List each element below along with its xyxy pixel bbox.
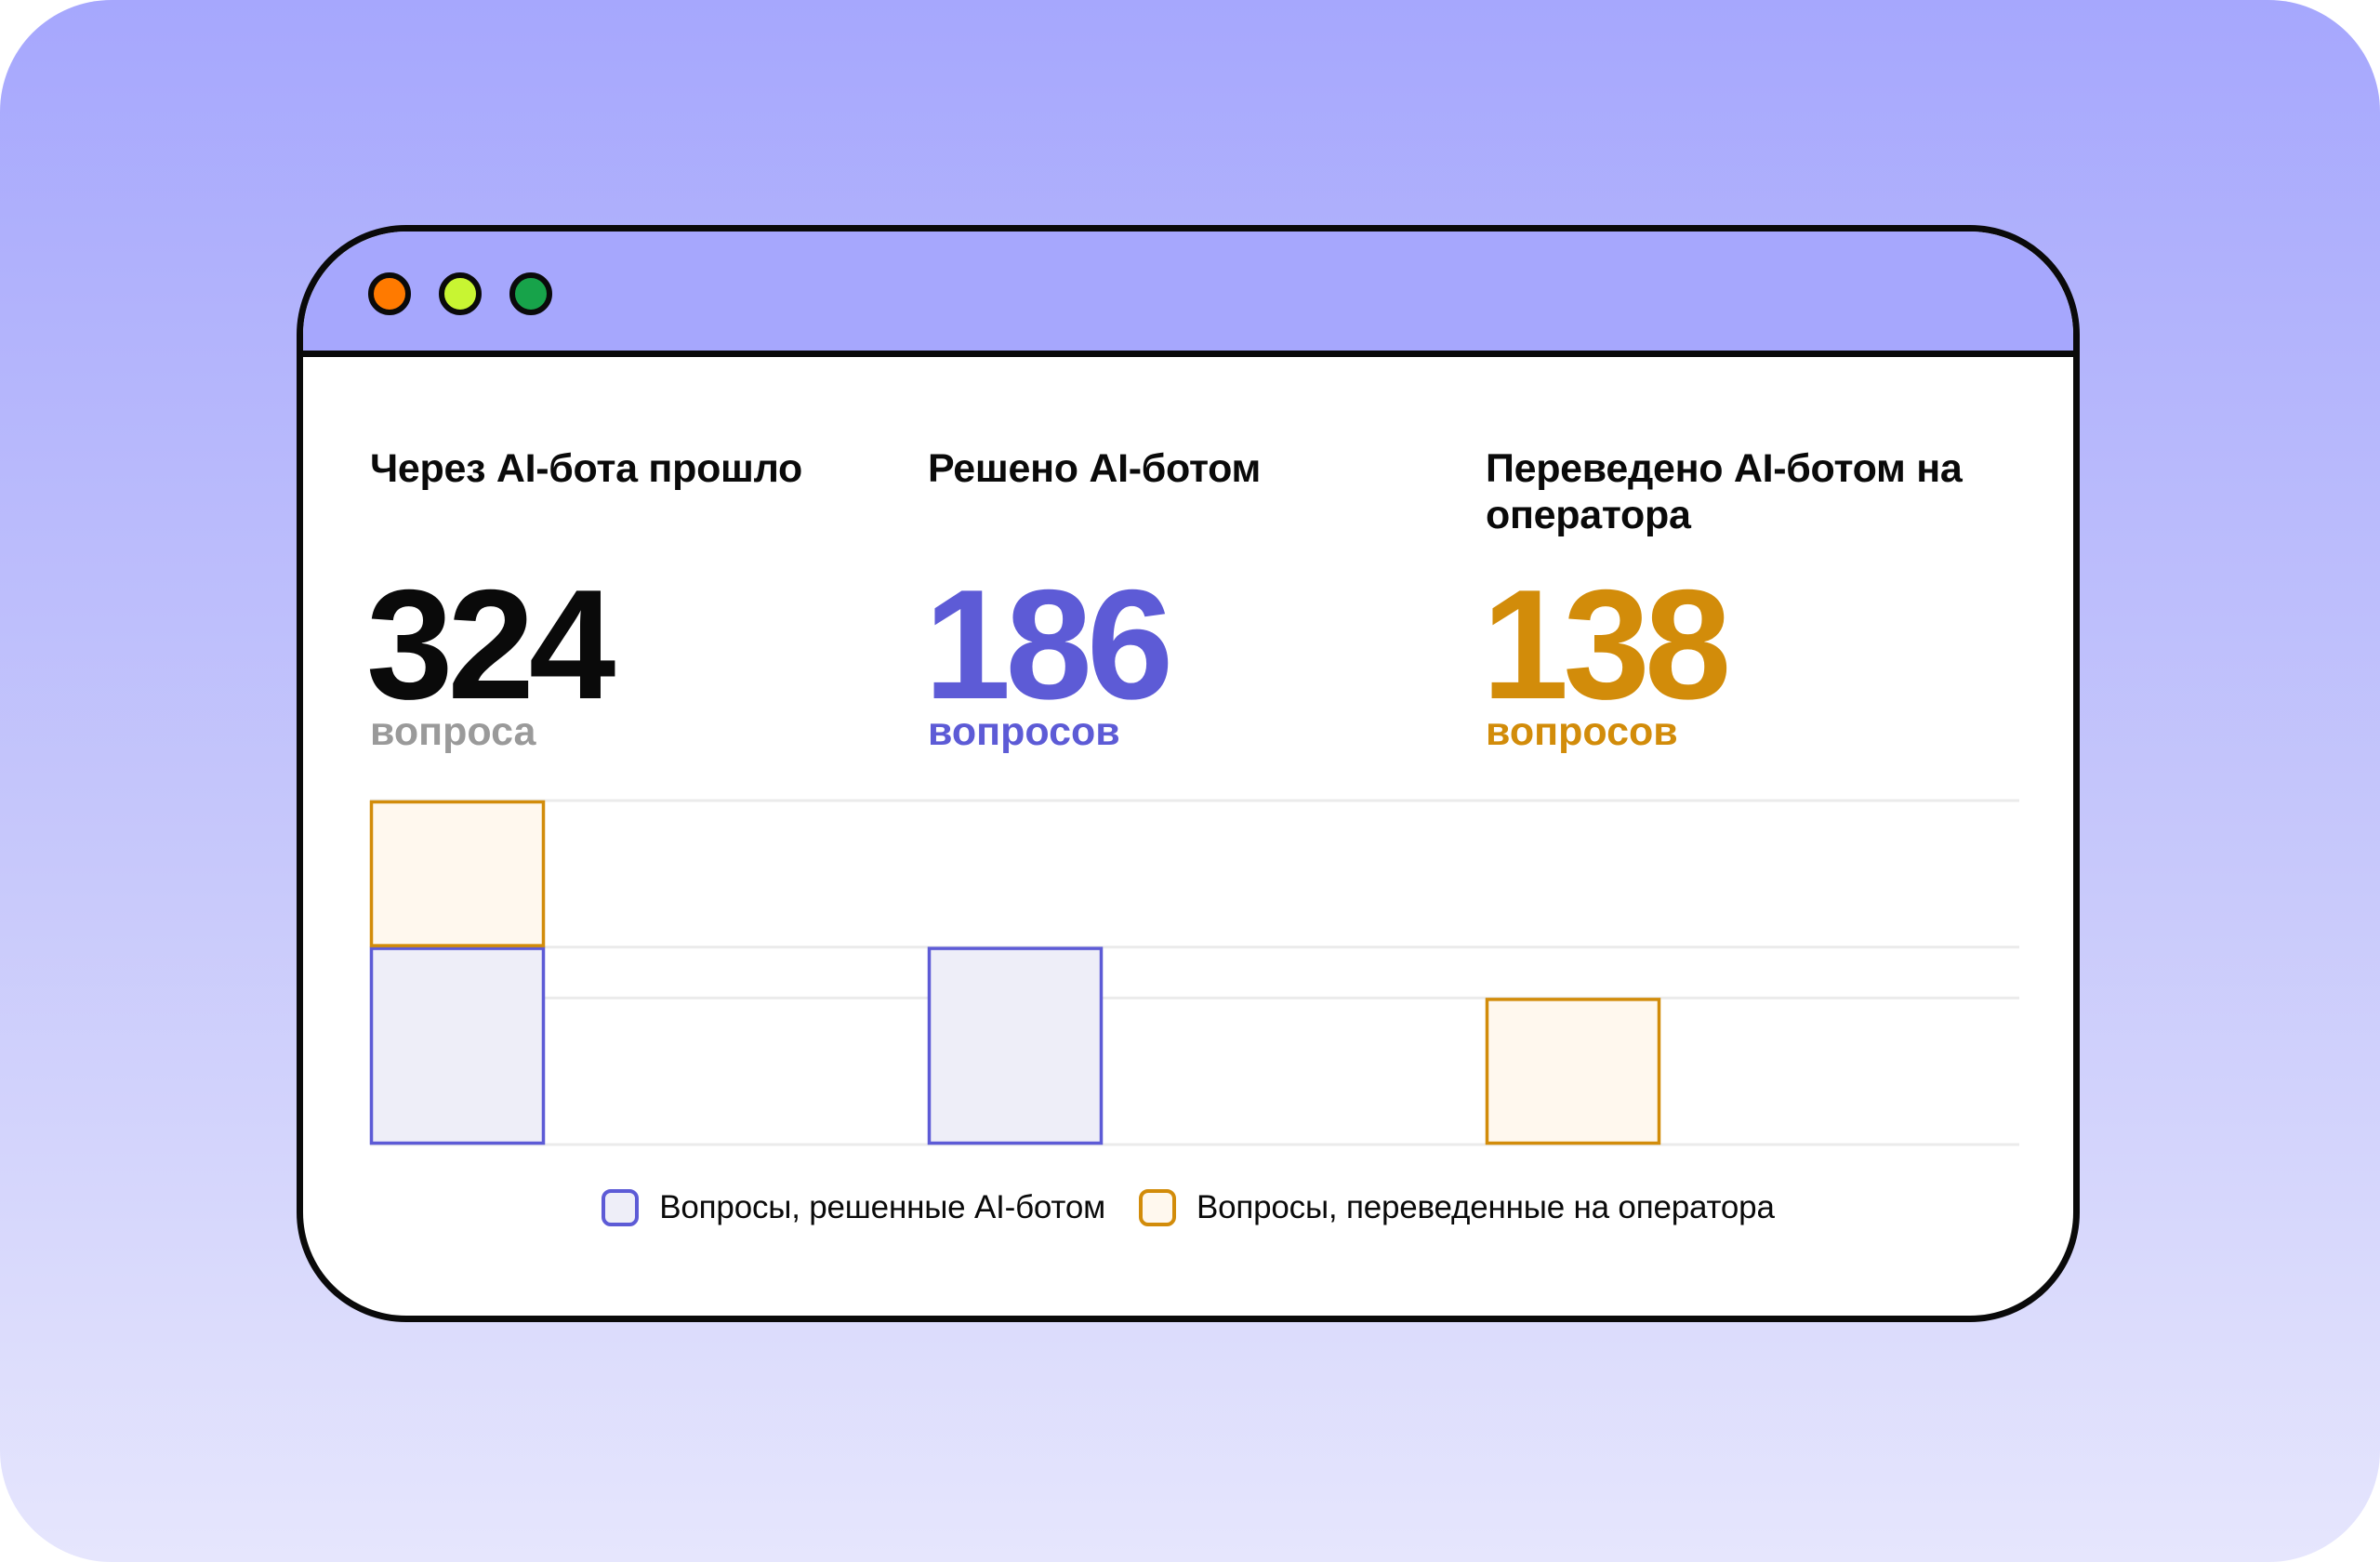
stacked-bar-chart <box>369 799 2019 1146</box>
chart-legend: Вопросы, решенные AI-ботом Вопросы, пере… <box>303 1189 2073 1226</box>
background: Через AI-бота прошло 324 вопроса Решено … <box>0 0 2380 1562</box>
legend-item-transferred: Вопросы, переведенные на оператора <box>1138 1189 1775 1226</box>
legend-item-solved: Вопросы, решенные AI-ботом <box>602 1189 1105 1226</box>
legend-swatch-transferred <box>1138 1189 1176 1226</box>
bar-transferred-segment <box>1485 998 1661 1145</box>
legend-label-transferred: Вопросы, переведенные на оператора <box>1196 1189 1775 1225</box>
bar-solved-segment <box>369 946 546 1145</box>
browser-window: Через AI-бота прошло 324 вопроса Решено … <box>297 225 2080 1322</box>
legend-swatch-solved <box>602 1189 640 1226</box>
legend-label-solved: Вопросы, решенные AI-ботом <box>659 1189 1105 1225</box>
bar-transferred-segment <box>369 800 546 947</box>
bar-solved-segment <box>927 946 1104 1145</box>
